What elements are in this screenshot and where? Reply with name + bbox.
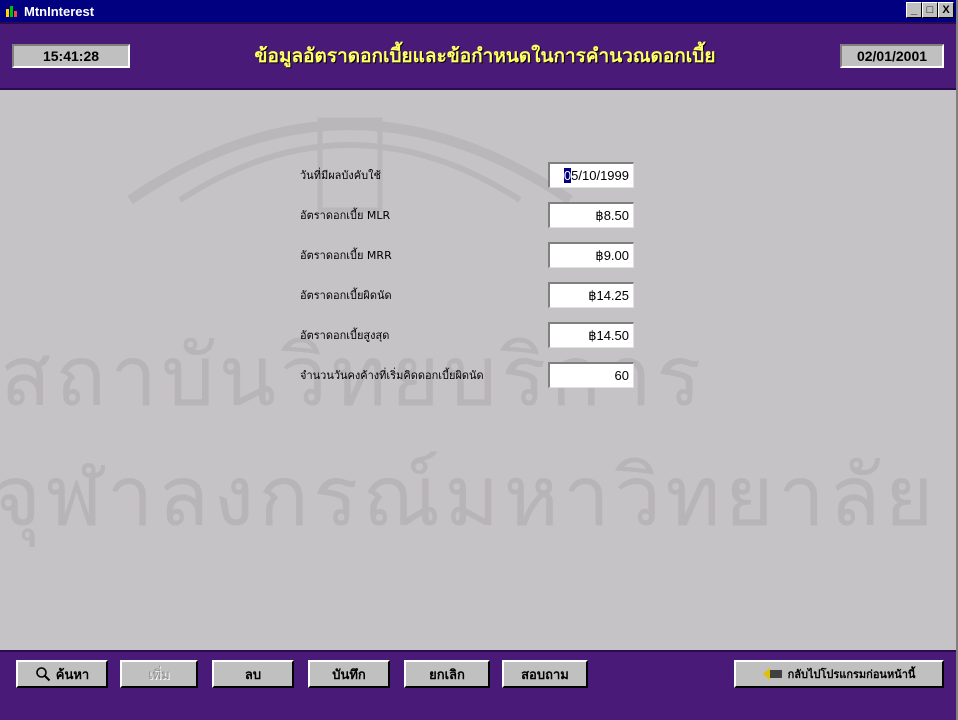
effective-date-label: วันที่มีผลบังคับใช้ [300, 169, 381, 182]
window-controls: _ □ X [906, 2, 954, 18]
max-rate-label: อัตราดอกเบี้ยสูงสุด [300, 329, 390, 342]
mrr-label: อัตราดอกเบี้ย MRR [300, 249, 392, 262]
mlr-label: อัตราดอกเบี้ย MLR [300, 209, 391, 222]
minimize-button[interactable]: _ [906, 2, 922, 18]
search-button[interactable]: ค้นหา [16, 660, 108, 688]
header-bar: 15:41:28 ข้อมูลอัตราดอกเบี้ยและข้อกำหนดใ… [12, 38, 944, 74]
interest-form: วันที่มีผลบังคับใช้ 0 5/10/1999 อัตราดอกเ… [300, 162, 634, 402]
main-content: สถาบันวิทยบริการ จุฬาลงกรณ์มหาวิทยาลัย ว… [0, 90, 956, 650]
window-title: MtnInterest [24, 3, 95, 19]
form-row-effective-date: วันที่มีผลบังคับใช้ 0 5/10/1999 [300, 162, 634, 188]
bottom-toolbar: ค้นหา เพิ่ม ลบ บันทึก ยกเลิก สอบถาม กลับ… [0, 650, 956, 720]
app-icon [6, 6, 17, 17]
query-button[interactable]: สอบถาม [502, 660, 588, 688]
default-rate-field[interactable]: ฿14.25 [548, 282, 634, 308]
cancel-button[interactable]: ยกเลิก [404, 660, 490, 688]
search-button-label: ค้นหา [55, 667, 90, 683]
effective-date-field[interactable]: 0 5/10/1999 [548, 162, 634, 188]
add-button[interactable]: เพิ่ม [120, 660, 198, 688]
save-button[interactable]: บันทึก [308, 660, 390, 688]
title-bar[interactable]: MtnInterest _ □ X [0, 0, 956, 22]
form-row-mlr: อัตราดอกเบี้ย MLR ฿8.50 [300, 202, 634, 228]
max-rate-field[interactable]: ฿14.50 [548, 322, 634, 348]
watermark-line-2: จุฬาลงกรณ์มหาวิทยาลัย [0, 447, 938, 545]
back-arrow-icon [762, 668, 782, 680]
page-title: ข้อมูลอัตราดอกเบี้ยและข้อกำหนดในการคำนวณ… [254, 45, 716, 67]
effective-date-value: 5/10/1999 [571, 168, 629, 183]
date-display: 02/01/2001 [840, 44, 944, 68]
clock-display: 15:41:28 [12, 44, 130, 68]
mlr-field[interactable]: ฿8.50 [548, 202, 634, 228]
app-window: MtnInterest _ □ X 15:41:28 ข้อมูลอัตราดอ… [0, 0, 958, 720]
back-to-previous-button[interactable]: กลับไปโปรแกรมก่อนหน้านี้ [734, 660, 944, 688]
overdue-days-label: จำนวนวันคงค้างที่เริ่มคิดดอกเบี้ยผิดนัด [300, 369, 484, 382]
magnifier-icon [35, 667, 50, 682]
mrr-field[interactable]: ฿9.00 [548, 242, 634, 268]
overdue-days-field[interactable]: 60 [548, 362, 634, 388]
form-row-default-rate: อัตราดอกเบี้ยผิดนัด ฿14.25 [300, 282, 634, 308]
effective-date-selected-char: 0 [563, 168, 572, 183]
form-row-mrr: อัตราดอกเบี้ย MRR ฿9.00 [300, 242, 634, 268]
header-band: 15:41:28 ข้อมูลอัตราดอกเบี้ยและข้อกำหนดใ… [0, 22, 956, 90]
default-rate-label: อัตราดอกเบี้ยผิดนัด [300, 289, 392, 302]
form-row-max-rate: อัตราดอกเบี้ยสูงสุด ฿14.50 [300, 322, 634, 348]
back-button-label: กลับไปโปรแกรมก่อนหน้านี้ [787, 668, 916, 681]
form-row-overdue-days: จำนวนวันคงค้างที่เริ่มคิดดอกเบี้ยผิดนัด … [300, 362, 634, 388]
maximize-button[interactable]: □ [922, 2, 938, 18]
close-button[interactable]: X [938, 2, 954, 18]
delete-button[interactable]: ลบ [212, 660, 294, 688]
